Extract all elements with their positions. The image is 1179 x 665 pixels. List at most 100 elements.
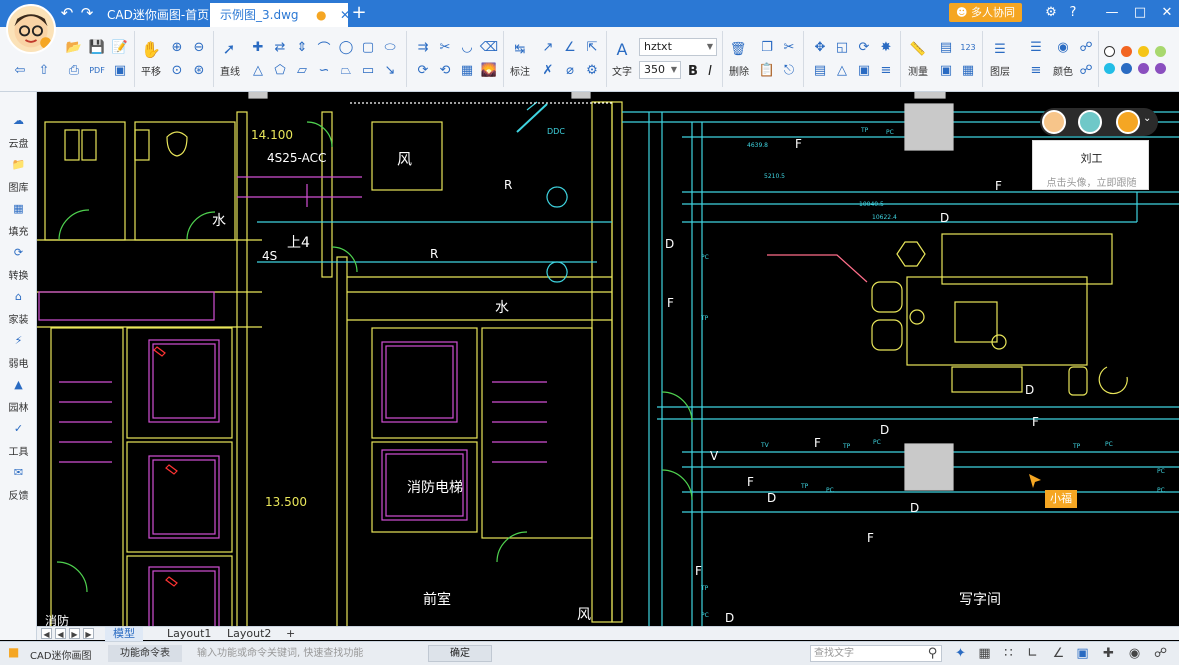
next-layout-icon[interactable]: ▶ [69, 628, 80, 639]
image-export-icon[interactable]: ▣ [110, 60, 130, 80]
font-name-select[interactable]: hztxt ▼ [639, 38, 717, 56]
search-text-input[interactable]: 查找文字 [810, 645, 942, 662]
swatch-white[interactable] [1104, 46, 1115, 57]
search-icon[interactable]: ⚲ [924, 645, 941, 662]
zoom-window-icon[interactable]: ⊙ [167, 60, 187, 80]
zoom-in-icon[interactable]: ⊕ [167, 37, 187, 57]
sidebar-item-convert[interactable]: ⟳ 转换 [0, 244, 37, 288]
fillet-icon[interactable]: ◡ [457, 37, 477, 57]
last-layout-icon[interactable]: ▶ [83, 628, 94, 639]
dot-grid-icon[interactable]: ∷ [1000, 645, 1017, 662]
lineweight-toggle-icon[interactable]: ▣ [1074, 645, 1091, 662]
hatch-icon[interactable]: ▦ [457, 60, 477, 80]
rounded-rect-icon[interactable]: ▭ [358, 60, 378, 80]
sidebar-item-electric[interactable]: ⚡ 弱电 [0, 332, 37, 376]
linetype-icon[interactable]: ☰ [1026, 37, 1046, 57]
app-logo-avatar[interactable] [6, 4, 56, 54]
collab-button[interactable]: ☻ 多人协同 [949, 3, 1022, 22]
move-icon[interactable]: ✥ [810, 37, 830, 57]
diameter-dim-icon[interactable]: ⌀ [560, 60, 580, 80]
counter-icon[interactable]: 123 [958, 37, 978, 57]
ortho-icon[interactable]: ∟ [1024, 645, 1041, 662]
table-icon[interactable]: ▦ [958, 60, 978, 80]
tab-model[interactable]: 模型 [105, 627, 143, 641]
pentagon-icon[interactable]: ⬠ [270, 60, 290, 80]
grid-icon[interactable]: ▦ [976, 645, 993, 662]
swatch-violet[interactable] [1155, 63, 1166, 74]
back-arrow-icon[interactable]: ↶ [58, 5, 76, 21]
tab-layout1[interactable]: Layout1 [159, 627, 219, 641]
arc-icon[interactable]: ⌒ [314, 37, 334, 57]
save-as-icon[interactable]: 📝 [110, 37, 130, 57]
swatch-orange[interactable] [1121, 46, 1132, 57]
swatch-yellow[interactable] [1138, 46, 1149, 57]
delete-trash-icon[interactable]: 🗑 [728, 39, 748, 59]
polyline-icon[interactable]: ✚ [248, 37, 268, 57]
move-arrow-icon[interactable]: ⇄ [270, 37, 290, 57]
sidebar-item-fill[interactable]: ▦ 填充 [0, 200, 37, 244]
match-prop-icon[interactable]: ☍ [1076, 60, 1096, 80]
dimension-icon[interactable]: ↹ [510, 39, 530, 59]
print-icon[interactable]: ⎙ [64, 60, 84, 80]
block-icon[interactable]: ▤ [810, 60, 830, 80]
zoom-extents-icon[interactable]: ⊛ [189, 60, 209, 80]
trim-icon[interactable]: ✂ [435, 37, 455, 57]
measure-ruler-icon[interactable]: 📏 [908, 39, 928, 59]
collaborator-avatar[interactable] [1078, 110, 1102, 134]
collaborator-avatar[interactable] [1116, 110, 1140, 134]
paste-icon[interactable]: 📋 [757, 60, 777, 80]
spline-icon[interactable]: ∽ [314, 60, 334, 80]
chain-icon[interactable]: ☍ [1076, 37, 1096, 57]
swatch-cyan[interactable] [1104, 63, 1115, 74]
leader-icon[interactable]: ⚙ [582, 60, 602, 80]
color-wheel-icon[interactable]: ◉ [1053, 37, 1073, 57]
command-input[interactable]: 输入功能或命令关键词, 快速查找功能 [195, 645, 427, 662]
aligned-dim-icon[interactable]: ↗ [538, 37, 558, 57]
swatch-blue[interactable] [1121, 63, 1132, 74]
swatch-purple[interactable] [1138, 63, 1149, 74]
command-table-button[interactable]: 功能命令表 [108, 645, 182, 662]
font-size-select[interactable]: 350 ▼ [639, 61, 681, 79]
open-file-icon[interactable]: 📂 [64, 37, 84, 57]
crosshair-icon[interactable]: ✚ [1100, 645, 1117, 662]
sidebar-item-feedback[interactable]: ✉ 反馈 [0, 464, 37, 508]
area-icon[interactable]: ▤ [936, 37, 956, 57]
ray-icon[interactable]: ↘ [380, 60, 400, 80]
insert-image-icon[interactable]: 🌄 [479, 60, 499, 80]
help-icon[interactable]: ? [1063, 4, 1083, 22]
erase-icon[interactable]: ⌫ [479, 37, 499, 57]
ellipse-icon[interactable]: ⬭ [380, 37, 400, 57]
continuous-dim-icon[interactable]: ⇱ [582, 37, 602, 57]
rotate-cw-icon[interactable]: ⟳ [854, 37, 874, 57]
explode-icon[interactable]: ✸ [876, 37, 896, 57]
maximize-icon[interactable]: □ [1130, 4, 1150, 22]
mirror-icon[interactable]: ▣ [854, 60, 874, 80]
cut-icon[interactable]: ✂ [779, 37, 799, 57]
layer-stack-icon[interactable]: ☰ [990, 39, 1010, 59]
angle-dim-icon[interactable]: ∠ [560, 37, 580, 57]
align-icon[interactable]: ≡ [876, 60, 896, 80]
zoom-out-icon[interactable]: ⊖ [189, 37, 209, 57]
settings-gear-icon[interactable]: ⚙ [1041, 4, 1061, 22]
radius-dim-icon[interactable]: ✗ [538, 60, 558, 80]
pdf-icon[interactable]: PDF [87, 60, 107, 80]
line-tool-icon[interactable]: ➚ [219, 39, 239, 59]
forward-arrow-icon[interactable]: ↷ [78, 5, 96, 21]
drawing-canvas[interactable]: 14.100 4S25-ACC 4S 上4 风 水 水 R R 消防电梯 前室 … [37, 92, 1179, 626]
image-icon[interactable]: ▣ [936, 60, 956, 80]
ok-button[interactable]: 确定 [428, 645, 492, 662]
color-toggle-icon[interactable]: ◉ [1126, 645, 1143, 662]
tab-home[interactable]: CAD迷你画图-首页 [97, 3, 219, 27]
export-icon[interactable]: ⇧ [34, 60, 54, 80]
snap-icon[interactable]: ✦ [952, 645, 969, 662]
close-window-icon[interactable]: ✕ [1157, 4, 1177, 22]
sidebar-item-library[interactable]: 📁 图库 [0, 156, 37, 200]
rotate-icon[interactable]: ⟳ [413, 60, 433, 80]
close-tab-icon[interactable]: ✕ [340, 3, 350, 27]
extend-icon[interactable]: ⇉ [413, 37, 433, 57]
tab-drawing[interactable]: 示例图_3.dwg ● ✕ [210, 3, 350, 27]
sidebar-item-cloud[interactable]: ☁ 云盘 [0, 112, 37, 156]
trapezoid-icon[interactable]: ⏢ [336, 60, 356, 80]
rect-icon[interactable]: ▢ [358, 37, 378, 57]
undo-icon[interactable]: ⇦ [10, 60, 30, 80]
